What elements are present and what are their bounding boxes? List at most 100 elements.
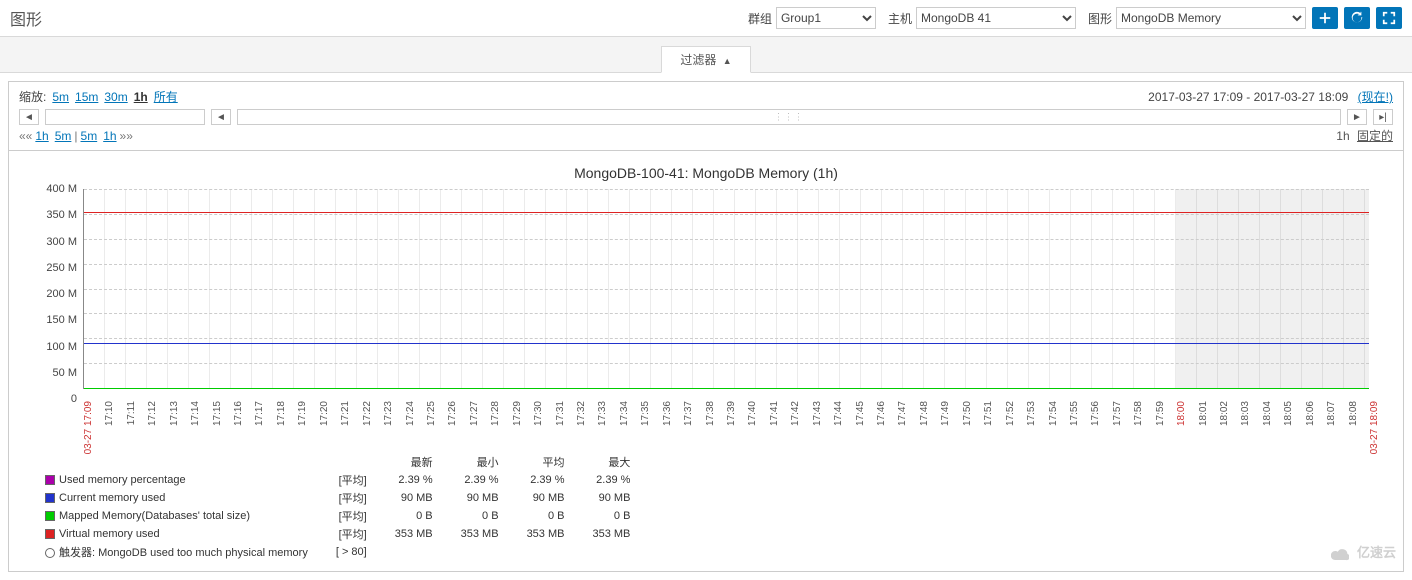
x-tick: 17:47 (897, 401, 908, 426)
host-select[interactable]: MongoDB 41 (916, 7, 1076, 29)
refresh-button[interactable] (1344, 7, 1370, 29)
x-tick: 17:49 (940, 401, 951, 426)
x-tick: 17:44 (833, 401, 844, 426)
main-prev-button[interactable]: ◄ (211, 109, 231, 125)
x-tick: 17:30 (533, 401, 544, 426)
y-tick: 350 M (46, 209, 77, 221)
filter-label: 过滤器 (680, 53, 716, 67)
legend-row: Used memory percentage [平均] 2.39 %2.39 %… (31, 471, 644, 489)
preset-back-1h[interactable]: 1h (35, 129, 48, 143)
x-tick: 17:21 (340, 401, 351, 426)
x-tick: 17:36 (662, 401, 673, 426)
host-label: 主机 (888, 10, 912, 27)
col-latest: 最新 (381, 453, 447, 471)
x-tick: 17:11 (126, 401, 137, 425)
fixed-label[interactable]: 固定的 (1357, 129, 1393, 143)
x-tick: 17:14 (190, 401, 201, 426)
x-tick: 18:05 (1283, 401, 1294, 426)
nav-row: ◄ ◄ ⋮⋮⋮ ► ▸| (9, 107, 1403, 127)
filter-toggle[interactable]: 过滤器 ▲ (661, 46, 750, 73)
zoom-5m[interactable]: 5m (52, 90, 69, 104)
x-tick: 17:55 (1069, 401, 1080, 426)
group-label: 群组 (748, 10, 772, 27)
legend-row: Mapped Memory(Databases' total size) [平均… (31, 507, 644, 525)
x-axis-labels: 03-27 17:0917:1017:1117:1217:1317:1417:1… (83, 399, 1369, 447)
page-title: 图形 (10, 6, 42, 30)
main-end-button[interactable]: ▸| (1373, 109, 1393, 125)
mini-slider[interactable] (45, 109, 205, 125)
preset-fwd-5m[interactable]: 5m (81, 129, 98, 143)
x-tick: 17:26 (447, 401, 458, 426)
x-tick: 17:23 (383, 401, 394, 426)
y-tick: 0 (71, 393, 77, 405)
x-tick: 17:39 (726, 401, 737, 426)
fwd-fast-icon: »» (120, 129, 133, 143)
x-tick: 18:08 (1348, 401, 1359, 426)
preset-fwd-1h[interactable]: 1h (103, 129, 116, 143)
graph-select[interactable]: MongoDB Memory (1116, 7, 1306, 29)
x-tick: 17:12 (147, 401, 158, 426)
time-slider[interactable]: ⋮⋮⋮ (237, 109, 1341, 125)
x-tick: 17:37 (683, 401, 694, 426)
x-start: 03-27 17:09 (83, 401, 94, 454)
main-next-button[interactable]: ► (1347, 109, 1367, 125)
x-tick: 18:07 (1326, 401, 1337, 426)
zoom-all[interactable]: 所有 (154, 88, 178, 105)
x-tick: 17:59 (1155, 401, 1166, 426)
content-panel: 缩放: 5m 15m 30m 1h 所有 2017-03-27 17:09 - … (8, 81, 1404, 572)
x-tick: 17:25 (426, 401, 437, 426)
x-tick: 18:04 (1262, 401, 1273, 426)
x-tick: 18:00 (1176, 401, 1187, 426)
x-tick: 17:43 (812, 401, 823, 426)
zoom-30m[interactable]: 30m (104, 90, 127, 104)
col-max: 最大 (578, 453, 644, 471)
fullscreen-button[interactable] (1376, 7, 1402, 29)
x-tick: 17:22 (362, 401, 373, 426)
x-tick: 17:18 (276, 401, 287, 426)
y-tick: 400 M (46, 183, 77, 195)
x-tick: 17:27 (469, 401, 480, 426)
zoom-15m[interactable]: 15m (75, 90, 98, 104)
x-tick: 17:29 (512, 401, 523, 426)
mini-prev-button[interactable]: ◄ (19, 109, 39, 125)
x-tick: 17:15 (212, 401, 223, 426)
add-button[interactable] (1312, 7, 1338, 29)
x-tick: 17:34 (619, 401, 630, 426)
x-tick: 18:06 (1305, 401, 1316, 426)
preset-row: «« 1h 5m | 5m 1h »» 1h 固定的 (9, 127, 1403, 150)
group-select[interactable]: Group1 (776, 7, 876, 29)
now-link[interactable]: (现在!) (1358, 90, 1393, 104)
x-tick: 17:56 (1090, 401, 1101, 426)
x-tick: 17:58 (1133, 401, 1144, 426)
x-tick: 17:42 (790, 401, 801, 426)
legend-trigger: 触发器: MongoDB used too much physical memo… (31, 543, 644, 561)
x-tick: 17:54 (1048, 401, 1059, 426)
y-tick: 150 M (46, 314, 77, 326)
x-tick: 17:40 (747, 401, 758, 426)
graph-area: MongoDB-100-41: MongoDB Memory (1h) 0 50 … (9, 150, 1403, 571)
chart-title: MongoDB-100-41: MongoDB Memory (1h) (23, 165, 1389, 181)
x-tick: 17:13 (169, 401, 180, 426)
x-tick: 18:02 (1219, 401, 1230, 426)
y-tick: 200 M (46, 288, 77, 300)
zoom-label: 缩放: (19, 88, 46, 105)
legend-row: Virtual memory used [平均] 353 MB353 MB353… (31, 525, 644, 543)
y-tick: 50 M (53, 367, 77, 379)
y-tick: 100 M (46, 341, 77, 353)
y-axis-labels: 050 M100 M150 M200 M250 M300 M350 M400 M (33, 189, 81, 399)
series-line (84, 388, 1369, 389)
x-tick: 18:01 (1198, 401, 1209, 426)
x-tick: 17:46 (876, 401, 887, 426)
series-line (84, 212, 1369, 213)
preset-back-5m[interactable]: 5m (55, 129, 72, 143)
legend-row: Current memory used [平均] 90 MB90 MB90 MB… (31, 489, 644, 507)
y-tick: 300 M (46, 236, 77, 248)
zoom-1h[interactable]: 1h (134, 90, 148, 104)
fixed-duration: 1h (1336, 129, 1349, 143)
plot-area (83, 189, 1369, 389)
x-tick: 17:31 (555, 401, 566, 426)
col-min: 最小 (447, 453, 513, 471)
x-tick: 17:52 (1005, 401, 1016, 426)
x-tick: 18:03 (1240, 401, 1251, 426)
series-line (84, 343, 1369, 344)
